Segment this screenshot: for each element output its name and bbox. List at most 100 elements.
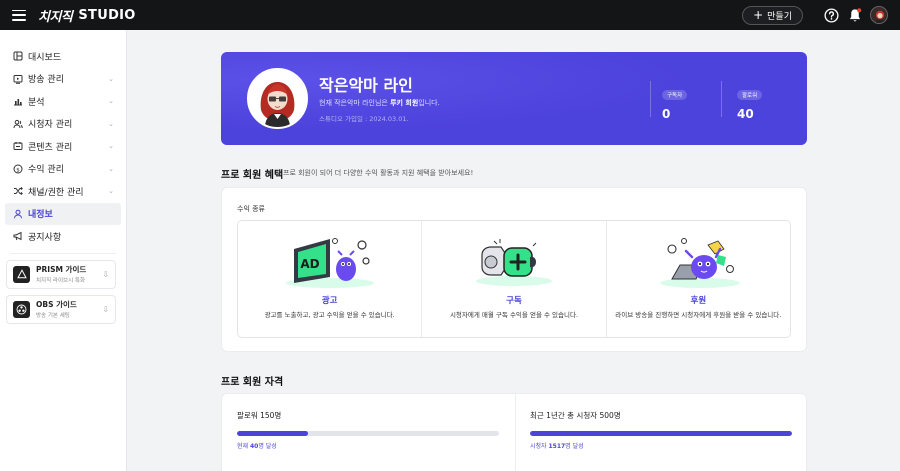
progress-fill [237, 431, 308, 436]
stat-divider [650, 81, 651, 117]
profile-name: 작은악마 라인 [319, 76, 413, 95]
sidebar-item-label: 분석 [28, 97, 45, 108]
stat-divider [721, 81, 722, 117]
sidebar-item-label: 방송 관리 [28, 75, 64, 86]
sidebar-item-label: 시청자 관리 [28, 120, 73, 131]
main-content: 작은악마 라인 현재 작은악마 라인님은 루키 회원입니다. 스튜디오 가입일 … [128, 30, 900, 471]
qualification-item-title: 최근 1년간 총 시청자 500명 [530, 411, 621, 420]
revenue-description: 시청자에게 매월 구독 수익을 얻을 수 있습니다. [449, 311, 579, 319]
download-icon: ⇩ [102, 304, 109, 314]
sidebar-item-label: 대시보드 [28, 52, 62, 63]
progress-bar [237, 431, 499, 436]
revenue-item-ad: AD 광고 광고를 노출하고, 광고 수익을 얻을 수 있습니다. [238, 221, 423, 337]
obs-icon [13, 300, 30, 318]
user-icon [13, 209, 23, 219]
plus-icon: + [753, 8, 764, 22]
benefits-subtitle: 프로 회원이 되어 더 다양한 수익 활동과 지원 혜택을 받아보세요! [283, 169, 474, 177]
sidebar-item-viewers[interactable]: 시청자 관리 ⌄ [0, 113, 126, 136]
qualification-note: 시청자 1517명 달성 [530, 443, 584, 450]
sidebar-item-analytics[interactable]: 분석 ⌄ [0, 90, 126, 113]
chevron-down-icon: ⌄ [108, 119, 114, 128]
guide-title: PRISM 가이드 [36, 265, 87, 274]
dashboard-icon [13, 51, 23, 61]
broadcast-icon [13, 74, 23, 84]
sidebar-item-dashboard[interactable]: 대시보드 [0, 45, 126, 68]
profile-description: 현재 작은악마 라인님은 루키 회원입니다. [319, 99, 440, 107]
studio-logo[interactable]: 치지직 STUDIO [38, 6, 136, 25]
profile-card: 작은악마 라인 현재 작은악마 라인님은 루키 회원입니다. 스튜디오 가입일 … [221, 52, 807, 145]
sidebar-item-label: 공지사항 [28, 232, 62, 243]
qualification-note: 현재 40명 달성 [237, 443, 277, 450]
chevron-down-icon: ⌄ [108, 164, 114, 173]
sidebar-item-my-info[interactable]: 내정보 [5, 202, 121, 225]
svg-text:AD: AD [300, 257, 319, 271]
sidebar-item-label: 내정보 [28, 210, 53, 221]
revenue-item-donation: 후원 라이브 방송을 진행하면 시청자에게 후원을 받을 수 있습니다. [607, 221, 790, 337]
top-bar: 치지직 STUDIO + 만들기 [0, 0, 900, 30]
stat-label: 팔로워 [737, 90, 763, 100]
profile-card-glow [221, 52, 807, 145]
sidebar-item-broadcast[interactable]: 방송 관리 ⌄ [0, 68, 126, 91]
revenue-types-box: AD 광고 광고를 노출하고, 광고 수익을 얻을 수 있습니다. 구독 시청자… [237, 220, 791, 338]
download-icon: ⇩ [102, 269, 109, 279]
benefits-title: 프로 회원 혜택 [221, 170, 284, 181]
progress-bar [530, 431, 792, 436]
sidebar-item-notice[interactable]: 공지사항 [0, 225, 126, 248]
qualification-item-viewers: 최근 1년간 총 시청자 500명 시청자 1517명 달성 [530, 410, 792, 450]
sidebar-item-label: 콘텐츠 관리 [28, 142, 73, 153]
sidebar-item-content[interactable]: 콘텐츠 관리 ⌄ [0, 135, 126, 158]
profile-joined-date: 스튜디오 가입일 : 2024.03.01. [319, 115, 409, 123]
member-tier: 루키 회원 [390, 99, 419, 107]
stat-followers: 팔로워 40 [737, 82, 763, 121]
revenue-title: 광고 [321, 296, 338, 306]
benefits-card: 수익 종류 AD 광고 광고를 노출하고, 광고 수익을 얻을 수 있습니다. … [221, 187, 807, 352]
ad-illustration: AD [285, 238, 374, 288]
sidebar: 대시보드 방송 관리 ⌄ 분석 ⌄ 시청자 관리 ⌄ 콘텐츠 관리 ⌄ $ 수익… [0, 30, 127, 471]
chevron-down-icon: ⌄ [108, 97, 114, 106]
svg-text:$: $ [16, 167, 20, 173]
shuffle-icon [13, 186, 23, 196]
prism-icon [13, 265, 30, 283]
donation-illustration [660, 238, 741, 288]
guide-title: OBS 가이드 [36, 300, 77, 309]
stat-value: 0 [662, 107, 671, 121]
chevron-down-icon: ⌄ [108, 74, 114, 83]
qualification-title: 프로 회원 자격 [221, 377, 284, 388]
revenue-types-label: 수익 종류 [237, 205, 265, 213]
progress-fill [530, 431, 792, 436]
qualification-item-title: 팔로워 150명 [237, 411, 282, 420]
guide-subtitle: 치지직 라이브시 특화 [36, 278, 86, 284]
qualification-card: 팔로워 150명 현재 40명 달성 최근 1년간 총 시청자 500명 시청자… [221, 393, 807, 471]
sidebar-item-revenue[interactable]: $ 수익 관리 ⌄ [0, 158, 126, 181]
stat-label: 구독자 [662, 90, 688, 100]
create-button-label: 만들기 [767, 11, 792, 22]
revenue-icon: $ [13, 164, 23, 174]
bell-icon[interactable] [846, 6, 864, 24]
guide-card-prism[interactable]: PRISM 가이드 치지직 라이브시 특화 ⇩ [6, 259, 116, 289]
viewers-icon [13, 119, 23, 129]
sidebar-divider [10, 252, 116, 254]
logo-studio-text: STUDIO [78, 7, 136, 23]
logo-mark: 치지직 [38, 9, 73, 25]
chevron-down-icon: ⌄ [108, 142, 114, 151]
analytics-icon [13, 96, 23, 106]
create-button[interactable]: + 만들기 [742, 5, 803, 25]
revenue-title: 구독 [506, 296, 522, 306]
revenue-title: 후원 [690, 296, 707, 306]
subscription-illustration [475, 239, 552, 286]
stat-value: 40 [737, 107, 754, 121]
stat-subscribers: 구독자 0 [662, 82, 688, 121]
menu-icon[interactable] [12, 9, 26, 21]
revenue-description: 라이브 방송을 진행하면 시청자에게 후원을 받을 수 있습니다. [615, 311, 782, 319]
guide-card-obs[interactable]: OBS 가이드 방송 기본 세팅 ⇩ [6, 294, 116, 324]
qualification-divider [515, 394, 516, 471]
sidebar-item-channel[interactable]: 채널/권한 관리 ⌄ [0, 180, 126, 203]
revenue-description: 광고를 노출하고, 광고 수익을 얻을 수 있습니다. [264, 311, 395, 319]
user-avatar[interactable] [870, 6, 888, 24]
revenue-item-subscription: 구독 시청자에게 매월 구독 수익을 얻을 수 있습니다. [422, 221, 607, 337]
sidebar-item-label: 수익 관리 [28, 165, 64, 176]
megaphone-icon [13, 231, 23, 241]
chevron-down-icon: ⌄ [108, 187, 114, 196]
help-icon[interactable] [822, 6, 840, 24]
guide-subtitle: 방송 기본 세팅 [36, 313, 70, 319]
